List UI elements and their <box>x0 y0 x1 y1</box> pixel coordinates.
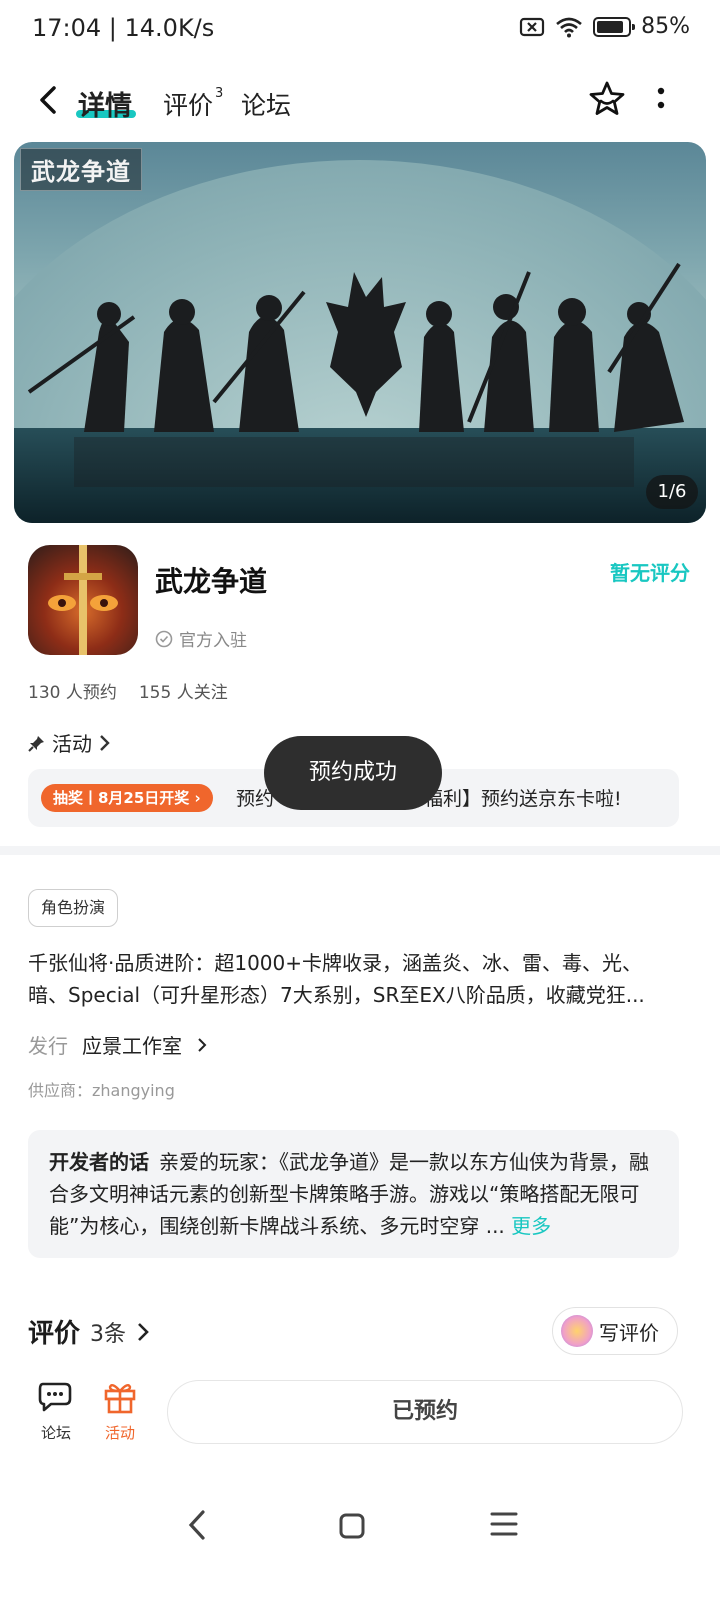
more-options-icon[interactable] <box>655 84 667 116</box>
official-label: 官方入驻 <box>179 631 247 651</box>
write-review-button[interactable]: 写评价 <box>552 1307 678 1355</box>
reviews-header[interactable]: 评价 3条 <box>28 1313 150 1350</box>
battery-icon <box>593 16 636 37</box>
verified-check-icon <box>155 630 173 647</box>
publisher-label: 发行 <box>28 1034 68 1058</box>
lottery-badge: 抽奖丨8月25日开奖 › <box>41 784 213 812</box>
section-divider <box>0 846 720 855</box>
game-description[interactable]: 千张仙将·品质进阶：超1000+卡牌收录，涵盖炎、冰、雷、毒、光、暗、Speci… <box>28 947 678 1011</box>
supplier-info: 供应商：zhangying <box>28 1081 175 1100</box>
developer-note-card[interactable]: 开发者的话 亲爱的玩家：《武龙争道》是一款以东方仙侠为背景，融合多文明神话元素的创… <box>28 1130 679 1258</box>
forum-label: 论坛 <box>40 1424 71 1442</box>
tab-reviews-badge: 3 <box>215 86 224 101</box>
favorite-star-icon[interactable] <box>588 80 626 118</box>
reviews-title: 评价 <box>28 1319 81 1349</box>
tab-reviews[interactable]: 评价 3 <box>163 86 223 122</box>
app-icon-art <box>48 545 118 655</box>
gift-icon <box>104 1384 136 1414</box>
nav-home-icon[interactable] <box>339 1513 365 1539</box>
banner-game-logo: 武龙争道 <box>20 148 142 191</box>
banner-carousel[interactable]: 武龙争道 1/6 <box>14 142 706 523</box>
app-stats: 130 人预约 155 人关注 <box>28 678 228 703</box>
pin-icon <box>28 735 44 752</box>
app-name: 武龙争道 <box>155 565 268 598</box>
tab-forum[interactable]: 论坛 <box>241 86 291 122</box>
developer-note-title: 开发者的话 <box>49 1150 149 1174</box>
official-badge: 官方入驻 <box>155 626 247 651</box>
chevron-right-icon <box>198 1037 207 1052</box>
battery-percent: 85% <box>641 14 690 39</box>
chevron-right-icon <box>138 1322 149 1341</box>
banner-silhouettes <box>27 262 684 487</box>
publisher-row[interactable]: 发行 应景工作室 <box>28 1030 208 1059</box>
genre-tag[interactable]: 角色扮演 <box>28 889 119 927</box>
activity-section-header[interactable]: 活动 <box>28 728 112 757</box>
publisher-name: 应景工作室 <box>82 1034 182 1058</box>
developer-note: 开发者的话 亲爱的玩家：《武龙争道》是一款以东方仙侠为背景，融合多文明神话元素的创… <box>49 1146 659 1242</box>
reviews-count: 3条 <box>90 1321 127 1347</box>
write-review-label: 写评价 <box>599 1320 659 1345</box>
activity-button[interactable]: 活动 <box>100 1380 140 1443</box>
nav-back-icon[interactable] <box>186 1508 208 1542</box>
tab-details[interactable]: 详情 <box>78 84 132 123</box>
forum-chat-icon <box>38 1382 72 1412</box>
banner-page-counter: 1/6 <box>646 475 698 509</box>
toast-message: 预约成功 <box>264 736 442 810</box>
activity-label: 活动 <box>104 1424 135 1442</box>
rating-status: 暂无评分 <box>610 561 690 585</box>
reserved-button[interactable]: 已预约 <box>167 1380 683 1444</box>
activity-title: 活动 <box>52 732 92 756</box>
reservation-count: 130 人预约 <box>28 683 117 703</box>
avatar <box>561 1315 593 1347</box>
tab-reviews-label: 评价 <box>163 91 214 120</box>
back-icon[interactable] <box>30 80 70 120</box>
activity-text-end: 福利】预约送京东卡啦! <box>424 788 622 810</box>
nav-menu-icon[interactable] <box>490 1510 518 1538</box>
status-icons: 85% <box>519 14 690 39</box>
more-link[interactable]: 更多 <box>511 1214 551 1238</box>
app-icon <box>28 545 138 655</box>
wifi-icon <box>556 17 582 37</box>
no-sim-icon <box>519 17 545 36</box>
status-time: 17:04 | 14.0K/s <box>32 14 215 42</box>
forum-button[interactable]: 论坛 <box>36 1380 76 1443</box>
chevron-right-icon <box>100 734 110 751</box>
follower-count: 155 人关注 <box>138 683 228 703</box>
